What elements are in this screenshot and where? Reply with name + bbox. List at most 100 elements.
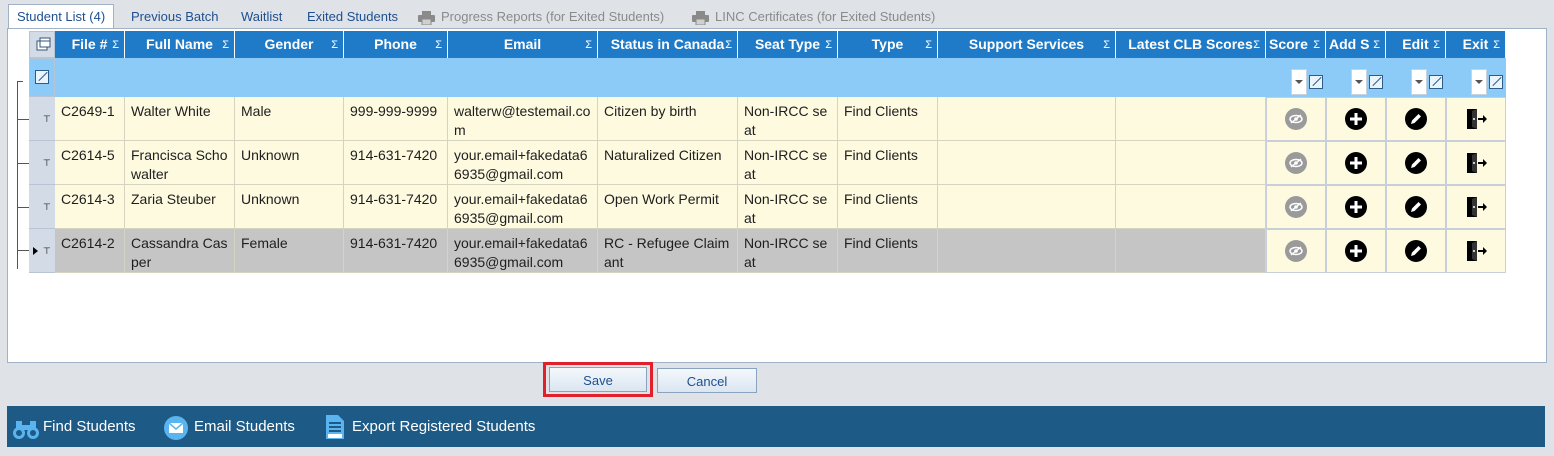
column-header-phone[interactable]: Phone Σ <box>344 31 448 58</box>
column-header-score[interactable]: Score Σ <box>1266 31 1326 58</box>
cell-status[interactable]: Citizen by birth <box>598 97 738 141</box>
add-s-filter-clear-icon[interactable] <box>1369 75 1383 89</box>
cell-name[interactable]: Cassandra Casper <box>125 229 235 273</box>
cell-email[interactable]: your.email+fakedata66935@gmail.com <box>448 229 598 273</box>
cell-email[interactable]: your.email+fakedata66935@gmail.com <box>448 185 598 229</box>
column-chooser-button[interactable] <box>29 31 55 58</box>
column-header-latest-clb-scores[interactable]: Latest CLB Scores Σ <box>1116 31 1266 58</box>
pin-icon[interactable]: ⊤ <box>43 202 51 213</box>
cell-phone[interactable]: 914-631-7420 <box>344 185 448 229</box>
edit-button[interactable] <box>1386 97 1446 141</box>
cell-gender[interactable]: Male <box>235 97 344 141</box>
sigma-icon[interactable]: Σ <box>331 32 338 58</box>
cell-clb[interactable] <box>1116 141 1266 185</box>
cell-seat[interactable]: Non-IRCC seat <box>738 229 838 273</box>
cell-status[interactable]: RC - Refugee Claimant <box>598 229 738 273</box>
cell-support[interactable] <box>938 97 1116 141</box>
email-students-button[interactable]: Email Students <box>164 406 304 447</box>
exit-button[interactable] <box>1446 97 1506 141</box>
pin-icon[interactable]: ⊤ <box>43 246 51 257</box>
clear-filter-icon[interactable] <box>35 70 49 84</box>
column-header-support-services[interactable]: Support Services Σ <box>938 31 1116 58</box>
tab-exited-students[interactable]: Exited Students <box>307 5 398 28</box>
cell-clb[interactable] <box>1116 185 1266 229</box>
pin-icon[interactable]: ⊤ <box>43 158 51 169</box>
cell-email[interactable]: walterw@testemail.com <box>448 97 598 141</box>
cell-file[interactable]: C2614-2 <box>55 229 125 273</box>
column-header-edit[interactable]: Edit Σ <box>1386 31 1446 58</box>
edit-button[interactable] <box>1386 185 1446 229</box>
add-s-filter-dropdown[interactable] <box>1351 69 1367 95</box>
sigma-icon[interactable]: Σ <box>435 32 442 58</box>
sigma-icon[interactable]: Σ <box>725 32 732 58</box>
cell-phone[interactable]: 914-631-7420 <box>344 141 448 185</box>
cell-seat[interactable]: Non-IRCC seat <box>738 141 838 185</box>
column-header-exit[interactable]: Exit Σ <box>1446 31 1506 58</box>
add-s-button[interactable] <box>1326 141 1386 185</box>
exit-button[interactable] <box>1446 185 1506 229</box>
column-header-gender[interactable]: Gender Σ <box>235 31 344 58</box>
row-selector[interactable]: ⊤ <box>29 141 55 185</box>
score-filter-dropdown[interactable] <box>1291 69 1307 95</box>
column-header-file[interactable]: File # Σ <box>55 31 125 58</box>
column-header-email[interactable]: Email Σ <box>448 31 598 58</box>
cell-name[interactable]: Walter White <box>125 97 235 141</box>
cell-type[interactable]: Find Clients <box>838 229 938 273</box>
row-selector[interactable]: ⊤ <box>29 185 55 229</box>
column-header-type[interactable]: Type Σ <box>838 31 938 58</box>
tab-linc-certificates[interactable]: LINC Certificates (for Exited Students) <box>692 5 935 28</box>
column-header-add-s[interactable]: Add SΣ <box>1326 31 1386 58</box>
tab-progress-reports[interactable]: Progress Reports (for Exited Students) <box>418 5 664 28</box>
pin-icon[interactable]: ⊤ <box>43 114 51 125</box>
exit-filter-dropdown[interactable] <box>1471 69 1487 95</box>
edit-button[interactable] <box>1386 229 1446 273</box>
cell-type[interactable]: Find Clients <box>838 185 938 229</box>
cell-name[interactable]: Francisca Schowalter <box>125 141 235 185</box>
cell-gender[interactable]: Unknown <box>235 185 344 229</box>
cell-clb[interactable] <box>1116 229 1266 273</box>
cell-file[interactable]: C2614-5 <box>55 141 125 185</box>
view-score-button[interactable] <box>1266 97 1326 141</box>
cell-seat[interactable]: Non-IRCC seat <box>738 185 838 229</box>
cell-file[interactable]: C2614-3 <box>55 185 125 229</box>
cell-type[interactable]: Find Clients <box>838 141 938 185</box>
sigma-icon[interactable]: Σ <box>222 32 229 58</box>
sigma-icon[interactable]: Σ <box>1433 32 1440 58</box>
cell-seat[interactable]: Non-IRCC seat <box>738 97 838 141</box>
export-registered-students-button[interactable]: Export Registered Students <box>325 406 545 447</box>
exit-button[interactable] <box>1446 229 1506 273</box>
add-s-button[interactable] <box>1326 185 1386 229</box>
cell-phone[interactable]: 999-999-9999 <box>344 97 448 141</box>
sigma-icon[interactable]: Σ <box>825 32 832 58</box>
cell-email[interactable]: your.email+fakedata66935@gmail.com <box>448 141 598 185</box>
cell-clb[interactable] <box>1116 97 1266 141</box>
column-header-full-name[interactable]: Full Name Σ <box>125 31 235 58</box>
view-score-button[interactable] <box>1266 185 1326 229</box>
view-score-button[interactable] <box>1266 229 1326 273</box>
tab-waitlist[interactable]: Waitlist <box>241 5 282 28</box>
cell-gender[interactable]: Unknown <box>235 141 344 185</box>
edit-filter-dropdown[interactable] <box>1411 69 1427 95</box>
cell-type[interactable]: Find Clients <box>838 97 938 141</box>
edit-button[interactable] <box>1386 141 1446 185</box>
column-header-seat-type[interactable]: Seat Type Σ <box>738 31 838 58</box>
column-header-status[interactable]: Status in Canada Σ <box>598 31 738 58</box>
sigma-icon[interactable]: Σ <box>1373 32 1380 58</box>
exit-filter-clear-icon[interactable] <box>1489 75 1503 89</box>
tab-previous-batch[interactable]: Previous Batch <box>131 5 218 28</box>
add-s-button[interactable] <box>1326 97 1386 141</box>
find-students-button[interactable]: Find Students <box>13 406 145 447</box>
cell-status[interactable]: Naturalized Citizen <box>598 141 738 185</box>
cell-gender[interactable]: Female <box>235 229 344 273</box>
sigma-icon[interactable]: Σ <box>1493 32 1500 58</box>
sigma-icon[interactable]: Σ <box>1313 32 1320 58</box>
row-selector[interactable]: ⊤ <box>29 229 55 273</box>
cell-status[interactable]: Open Work Permit <box>598 185 738 229</box>
cell-file[interactable]: C2649-1 <box>55 97 125 141</box>
sigma-icon[interactable]: Σ <box>112 32 119 58</box>
row-selector[interactable]: ⊤ <box>29 97 55 141</box>
sigma-icon[interactable]: Σ <box>1253 32 1260 58</box>
cell-phone[interactable]: 914-631-7420 <box>344 229 448 273</box>
sigma-icon[interactable]: Σ <box>925 32 932 58</box>
cell-support[interactable] <box>938 185 1116 229</box>
